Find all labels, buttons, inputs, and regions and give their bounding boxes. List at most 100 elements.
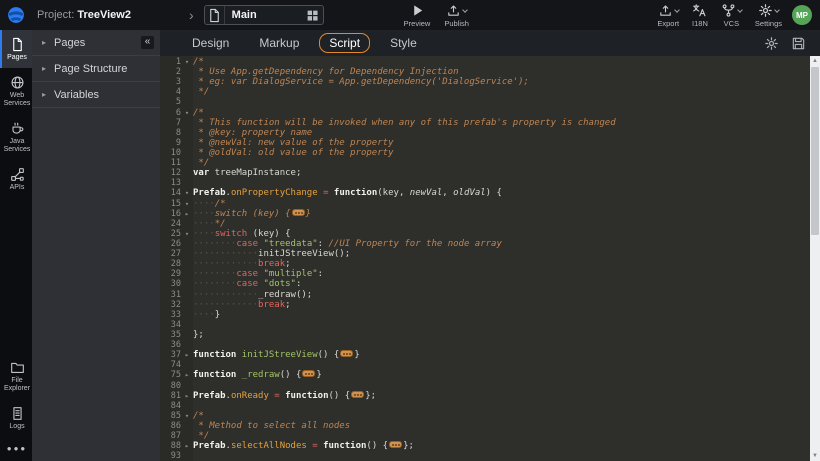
collapse-panel-button[interactable]: « — [141, 36, 154, 49]
header-tools: Export I18N VCS Settings — [657, 3, 782, 28]
fold-closed-icon[interactable]: ▸ — [181, 350, 193, 360]
folded-code-pill[interactable] — [302, 370, 315, 377]
code-text[interactable] — [193, 401, 810, 411]
code-text[interactable]: /* — [193, 57, 810, 67]
scrollbar-up-arrow-icon[interactable]: ▲ — [810, 56, 820, 66]
code-text[interactable]: ············break; — [193, 300, 810, 310]
code-text[interactable]: ········case "dots": — [193, 279, 810, 289]
grid-icon[interactable] — [306, 9, 319, 22]
scrollbar-thumb[interactable] — [811, 67, 819, 235]
fold-closed-icon[interactable]: ▸ — [181, 370, 193, 380]
code-text[interactable] — [193, 340, 810, 350]
code-text[interactable]: ····*/ — [193, 219, 810, 229]
avatar[interactable]: MP — [792, 5, 812, 25]
fold-open-icon[interactable]: ▾ — [181, 411, 193, 421]
line-number: 14 — [160, 188, 181, 198]
explorer-section-page-structure[interactable]: ▸Page Structure — [32, 56, 160, 82]
code-text[interactable]: ············initJStreeView(); — [193, 249, 810, 259]
sidebar-item-java-services[interactable]: Java Services — [0, 114, 32, 160]
vcs-button[interactable]: VCS — [721, 3, 742, 28]
folded-code-pill[interactable] — [340, 350, 353, 357]
fold-open-icon[interactable]: ▾ — [181, 229, 193, 239]
code-line: 26········case "treedata": //UI Property… — [160, 239, 810, 249]
vertical-scrollbar[interactable]: ▲ ▼ — [810, 56, 820, 461]
code-text[interactable] — [193, 381, 810, 391]
tab-style[interactable]: Style — [380, 33, 427, 53]
code-text[interactable]: function initJStreeView() {} — [193, 350, 810, 360]
line-number: 30 — [160, 279, 181, 289]
code-text[interactable] — [193, 178, 810, 188]
publish-button[interactable]: Publish — [444, 3, 469, 28]
save-button[interactable] — [791, 36, 806, 51]
sidebar-item-apis[interactable]: APIs — [0, 160, 32, 198]
code-text[interactable]: /* — [193, 108, 810, 118]
code-text[interactable]: ····switch (key) { — [193, 229, 810, 239]
code-text[interactable]: * eg: var DialogService = App.getDepende… — [193, 77, 810, 87]
grid-icon[interactable] — [303, 9, 323, 22]
code-text[interactable]: * @oldVal: old value of the property — [193, 148, 810, 158]
scrollbar-down-arrow-icon[interactable]: ▼ — [810, 451, 820, 461]
code-text[interactable]: * Use App.getDependency for Dependency I… — [193, 67, 810, 77]
tab-markup[interactable]: Markup — [249, 33, 309, 53]
line-number: 27 — [160, 249, 181, 259]
code-text[interactable]: * @key: property name — [193, 128, 810, 138]
code-text[interactable]: Prefab.onPropertyChange = function(key, … — [193, 188, 810, 198]
fold-open-icon[interactable]: ▾ — [181, 108, 193, 118]
preview-button[interactable]: Preview — [404, 3, 431, 28]
code-text[interactable]: ····/* — [193, 199, 810, 209]
code-text[interactable] — [193, 97, 810, 107]
export-button[interactable]: Export — [657, 3, 679, 28]
tab-design[interactable]: Design — [182, 33, 239, 53]
code-text[interactable] — [193, 320, 810, 330]
code-text[interactable]: ············break; — [193, 259, 810, 269]
code-text[interactable]: ········case "treedata": //UI Property f… — [193, 239, 810, 249]
folded-code-pill[interactable] — [292, 209, 305, 216]
code-text[interactable]: ····switch (key) {} — [193, 209, 810, 219]
folded-code-pill[interactable] — [389, 441, 402, 448]
code-lines: 1▾/*2 * Use App.getDependency for Depend… — [160, 57, 810, 461]
code-text[interactable]: ············_redraw(); — [193, 290, 810, 300]
sidebar-item-more[interactable]: ●●● — [0, 437, 32, 459]
code-text[interactable] — [193, 360, 810, 370]
i18n-button[interactable]: I18N — [692, 3, 708, 28]
code-text[interactable]: */ — [193, 87, 810, 97]
code-text[interactable]: Prefab.onReady = function() {}; — [193, 391, 810, 401]
code-text[interactable]: ····} — [193, 310, 810, 320]
code-text[interactable]: var treeMapInstance; — [193, 168, 810, 178]
code-line: 25▾····switch (key) { — [160, 229, 810, 239]
fold-open-icon[interactable]: ▾ — [181, 188, 193, 198]
editor-settings-button[interactable] — [764, 36, 779, 51]
code-text[interactable]: */ — [193, 158, 810, 168]
tab-script[interactable]: Script — [319, 33, 370, 53]
code-text[interactable]: function _redraw() {} — [193, 370, 810, 380]
fold-closed-icon[interactable]: ▸ — [181, 441, 193, 451]
wavemaker-logo-icon[interactable] — [0, 0, 32, 30]
sidebar-item-web-services[interactable]: Web Services — [0, 68, 32, 114]
code-text[interactable]: ········case "multiple": — [193, 269, 810, 279]
code-token: selectAllNodes — [231, 441, 307, 451]
code-line: 87 */ — [160, 431, 810, 441]
code-line: 37▸function initJStreeView() {} — [160, 350, 810, 360]
page-selector[interactable]: Main — [204, 5, 324, 25]
explorer-section-pages[interactable]: ▸Pages« — [32, 30, 160, 56]
sidebar-item-file-explorer[interactable]: File Explorer — [0, 353, 32, 399]
code-text[interactable]: * This function will be invoked when any… — [193, 118, 810, 128]
explorer-section-variables[interactable]: ▸Variables — [32, 82, 160, 108]
whitespace-dots: ········ — [193, 279, 236, 289]
code-text[interactable] — [193, 451, 810, 461]
settings-button[interactable]: Settings — [755, 3, 782, 28]
sidebar-item-pages[interactable]: Pages — [0, 30, 32, 68]
fold-closed-icon[interactable]: ▸ — [181, 391, 193, 401]
code-text[interactable]: }; — [193, 330, 810, 340]
code-text[interactable]: * Method to select all nodes — [193, 421, 810, 431]
fold-open-icon[interactable]: ▾ — [181, 57, 193, 67]
folded-code-pill[interactable] — [351, 391, 364, 398]
code-token: * Use App.getDependency for Dependency I… — [193, 67, 459, 77]
fold-closed-icon[interactable]: ▸ — [181, 209, 193, 219]
code-text[interactable]: Prefab.selectAllNodes = function() {}; — [193, 441, 810, 451]
code-text[interactable]: */ — [193, 431, 810, 441]
fold-open-icon[interactable]: ▾ — [181, 199, 193, 209]
sidebar-item-logs[interactable]: Logs — [0, 399, 32, 437]
code-text[interactable]: /* — [193, 411, 810, 421]
code-text[interactable]: * @newVal: new value of the property — [193, 138, 810, 148]
